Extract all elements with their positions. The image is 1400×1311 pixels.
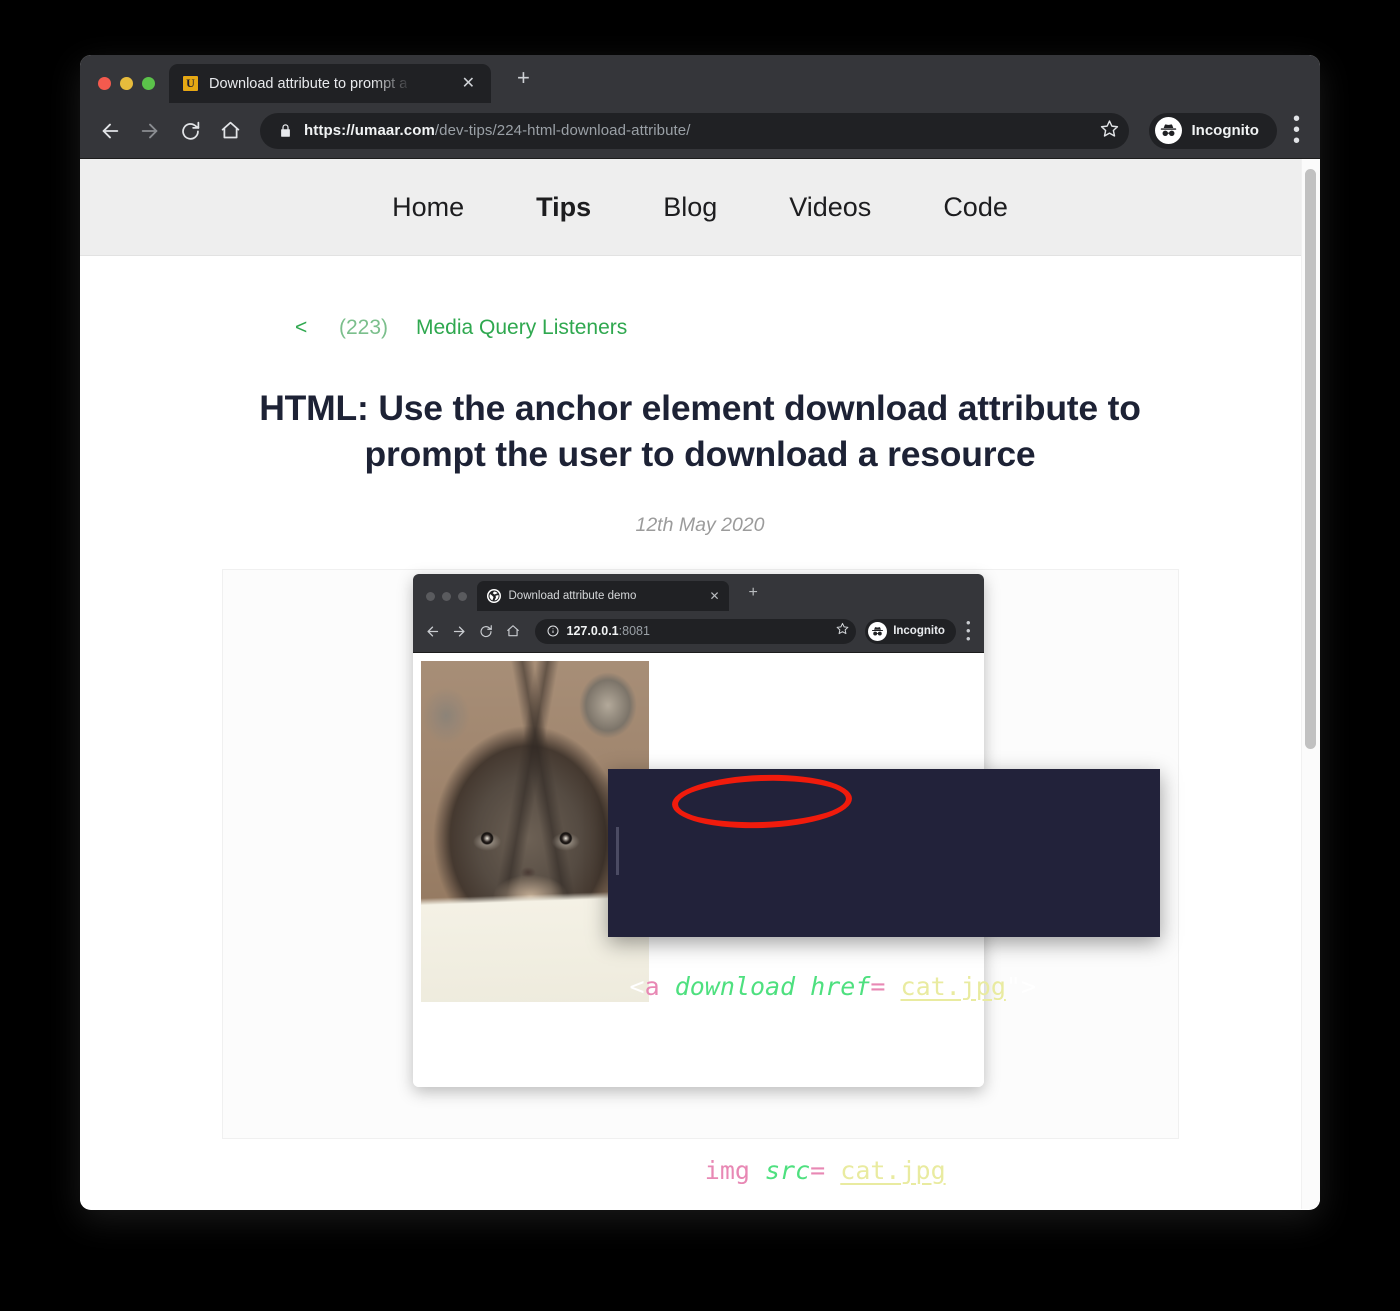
demo-close-window-button[interactable]: [425, 591, 435, 601]
demo-forward-arrow-icon[interactable]: [447, 619, 472, 644]
demo-tab-strip: Download attribute demo ✕ +: [412, 573, 984, 611]
browser-toolbar: https://umaar.com/dev-tips/224-html-down…: [80, 103, 1320, 159]
code-quote-open: ": [885, 971, 901, 1001]
code-open-bracket: <: [689, 1155, 705, 1185]
demo-traffic-lights: [413, 591, 477, 611]
code-close-bracket: >: [960, 1155, 976, 1185]
kebab-menu-icon[interactable]: • • •: [1281, 109, 1306, 151]
nav-item-home[interactable]: Home: [356, 192, 500, 223]
nav-item-code[interactable]: Code: [907, 192, 1044, 223]
code-equals: =: [810, 1155, 826, 1185]
demo-back-arrow-icon[interactable]: [420, 619, 445, 644]
post-date: 12th May 2020: [635, 513, 765, 536]
address-bar[interactable]: https://umaar.com/dev-tips/224-html-down…: [260, 112, 1130, 149]
code-src-attribute: src: [765, 1155, 811, 1185]
code-quote-close: ": [945, 1155, 961, 1185]
lock-icon: [278, 123, 293, 138]
site-navigation: Home Tips Blog Videos Code: [80, 159, 1320, 256]
demo-url-text: 127.0.0.1:8081: [567, 624, 650, 638]
window-traffic-lights: [80, 77, 169, 103]
demo-minimize-window-button[interactable]: [441, 591, 451, 601]
demo-incognito-profile-chip[interactable]: Incognito: [865, 618, 956, 644]
demo-browser-toolbar: 127.0.0.1:8081 Incognito • • •: [412, 610, 984, 653]
page-viewport: Home Tips Blog Videos Code < (223) Media…: [80, 159, 1320, 1209]
info-circle-icon: [547, 625, 559, 637]
page-title: HTML: Use the anchor element download at…: [259, 388, 1141, 474]
tab-strip: U Download attribute to prompt a ✕ +: [80, 55, 1320, 103]
code-line-1: <a download href="cat.jpg">: [630, 964, 1160, 1010]
demo-tab-favicon-icon: [486, 588, 501, 603]
code-open-bracket: <: [629, 971, 645, 1001]
bookmark-star-icon[interactable]: [1100, 119, 1119, 143]
demo-browser-tab[interactable]: Download attribute demo ✕: [476, 580, 729, 611]
demo-url-port: :8081: [618, 624, 650, 639]
page-content: < (223) Media Query Listeners HTML: Use …: [80, 256, 1320, 1185]
nav-item-tips[interactable]: Tips: [500, 192, 627, 223]
demo-home-icon[interactable]: [501, 619, 526, 644]
breadcrumb-label: Media Query Listeners: [416, 316, 628, 339]
demo-reload-icon[interactable]: [474, 619, 499, 644]
nav-item-blog[interactable]: Blog: [627, 192, 753, 223]
new-tab-button[interactable]: +: [491, 67, 530, 103]
breadcrumb-number: (223): [339, 316, 389, 339]
demo-kebab-menu-icon[interactable]: • • •: [958, 617, 975, 645]
demo-new-tab-button[interactable]: +: [729, 584, 758, 611]
reload-icon[interactable]: [172, 113, 208, 149]
code-download-attribute: download: [674, 971, 796, 1001]
url-text: https://umaar.com/dev-tips/224-html-down…: [304, 122, 691, 139]
chevron-left-icon: <: [295, 316, 308, 339]
code-src-value: cat.jpg: [840, 1155, 946, 1185]
code-quote-open: ": [825, 1155, 841, 1185]
code-tag-name: a: [644, 971, 660, 1001]
red-annotation-ellipse: [670, 771, 853, 831]
code-href-attribute: href: [810, 971, 871, 1001]
demo-tab-title: Download attribute demo: [508, 589, 637, 602]
back-arrow-icon[interactable]: [92, 113, 128, 149]
previous-tip-link[interactable]: < (223) Media Query Listeners: [80, 256, 627, 340]
demo-bookmark-star-icon[interactable]: [836, 622, 849, 640]
post-figure: Download attribute demo ✕ + 127.0.0.1:80…: [221, 568, 1179, 1185]
maximize-window-button[interactable]: [142, 77, 155, 90]
minimize-window-button[interactable]: [120, 77, 133, 90]
code-img-tag: img: [704, 1155, 750, 1185]
demo-url-host: 127.0.0.1: [566, 624, 619, 639]
tab-favicon-icon: U: [182, 75, 199, 92]
home-icon[interactable]: [212, 113, 248, 149]
forward-arrow-icon[interactable]: [132, 113, 168, 149]
url-path: /dev-tips/224-html-download-attribute/: [434, 122, 691, 139]
demo-close-icon[interactable]: ✕: [709, 589, 719, 603]
code-line-2: <img src="cat.jpg">: [630, 1148, 1160, 1194]
browser-window: U Download attribute to prompt a ✕ + htt…: [80, 55, 1320, 1210]
demo-address-bar[interactable]: 127.0.0.1:8081: [534, 618, 857, 644]
url-domain: https://umaar.com: [304, 122, 435, 139]
code-gutter-bar: [615, 826, 619, 875]
demo-incognito-avatar-icon: [868, 621, 888, 641]
code-quote-close: ": [1005, 971, 1021, 1001]
close-window-button[interactable]: [98, 77, 111, 90]
code-equals: =: [870, 971, 886, 1001]
incognito-label: Incognito: [1191, 122, 1259, 139]
tab-title: Download attribute to prompt a: [209, 75, 408, 92]
code-close-bracket: >: [1020, 971, 1036, 1001]
code-snippet-overlay: <a download href="cat.jpg"> <img src="ca…: [607, 768, 1160, 1185]
close-icon[interactable]: ✕: [458, 74, 479, 94]
nav-item-videos[interactable]: Videos: [753, 192, 907, 223]
code-href-value: cat.jpg: [900, 971, 1006, 1001]
incognito-profile-chip[interactable]: Incognito: [1149, 112, 1277, 149]
browser-tab-active[interactable]: U Download attribute to prompt a ✕: [169, 64, 491, 103]
demo-incognito-label: Incognito: [893, 625, 945, 638]
incognito-avatar-icon: [1155, 117, 1183, 144]
demo-maximize-window-button[interactable]: [457, 591, 467, 601]
